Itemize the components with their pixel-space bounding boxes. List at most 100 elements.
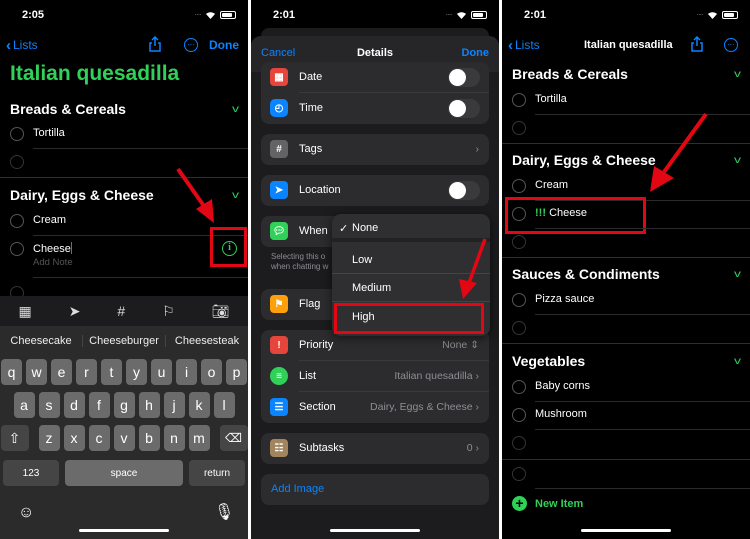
status-time: 2:01 (273, 9, 296, 21)
key-x[interactable]: x (63, 425, 85, 451)
checkbox-circle[interactable] (512, 436, 526, 450)
key-t[interactable]: t (101, 359, 122, 385)
suggestion[interactable]: Cheeseburger (83, 335, 166, 347)
key-h[interactable]: h (138, 392, 160, 418)
back-button[interactable]: ‹ Lists (6, 38, 38, 53)
backspace-key[interactable]: ⌫ (219, 425, 248, 451)
chevron-down-icon[interactable]: v (734, 155, 741, 166)
chevron-down-icon[interactable]: v (232, 104, 239, 115)
menu-item-low[interactable]: Low (332, 246, 490, 274)
item-text[interactable]: Tortilla (535, 93, 567, 105)
chevron-down-icon[interactable]: v (734, 269, 741, 280)
numbers-key[interactable]: 123 (3, 460, 59, 486)
item-text-input[interactable]: Cheese (33, 242, 72, 255)
subtasks-row[interactable]: ☷ Subtasks 0 › (261, 433, 489, 464)
location-toggle[interactable] (448, 181, 480, 200)
chevron-down-icon[interactable]: v (734, 69, 741, 80)
checkbox-circle[interactable] (512, 235, 526, 249)
checkbox-circle[interactable] (512, 380, 526, 394)
key-a[interactable]: a (13, 392, 35, 418)
date-toggle[interactable] (448, 68, 480, 87)
location-arrow-icon[interactable]: ➤ (69, 303, 81, 320)
key-b[interactable]: b (138, 425, 160, 451)
key-i[interactable]: i (176, 359, 197, 385)
item-text[interactable]: Baby corns (535, 380, 590, 392)
key-k[interactable]: k (188, 392, 210, 418)
checkbox-circle[interactable] (10, 155, 24, 169)
checkbox-circle[interactable] (10, 214, 24, 228)
done-button[interactable]: Done (209, 38, 239, 52)
key-d[interactable]: d (63, 392, 85, 418)
shift-key[interactable]: ⇧ (0, 425, 29, 451)
emoji-icon[interactable]: ☺ (18, 504, 34, 522)
add-image-button[interactable]: Add Image (271, 483, 324, 495)
signal-icon: ···· (445, 10, 453, 19)
list-row[interactable]: ≡ List Italian quesadilla › (261, 361, 489, 392)
menu-item-none[interactable]: ✓ None (332, 214, 490, 242)
add-note-field[interactable]: Add Note (33, 257, 73, 268)
more-options-icon[interactable]: ··· (184, 38, 198, 52)
tags-row[interactable]: # Tags › (261, 134, 489, 165)
item-text[interactable]: Tortilla (33, 127, 65, 139)
key-z[interactable]: z (38, 425, 60, 451)
key-y[interactable]: y (126, 359, 147, 385)
checkbox-circle[interactable] (512, 321, 526, 335)
key-g[interactable]: g (113, 392, 135, 418)
suggestion[interactable]: Cheesesteak (166, 335, 248, 347)
key-j[interactable]: j (163, 392, 185, 418)
key-w[interactable]: w (26, 359, 47, 385)
key-s[interactable]: s (38, 392, 60, 418)
checkbox-circle[interactable] (512, 467, 526, 481)
list-item-empty (502, 429, 750, 457)
chevron-down-icon[interactable]: v (232, 190, 239, 201)
location-arrow-icon: ➤ (270, 181, 288, 199)
checkbox-circle[interactable] (512, 293, 526, 307)
key-l[interactable]: l (213, 392, 235, 418)
share-icon[interactable] (690, 36, 704, 52)
chevron-left-icon: ‹ (508, 36, 513, 54)
suggestion[interactable]: Cheesecake (0, 335, 83, 347)
section-row[interactable]: ☰ Section Dairy, Eggs & Cheese › (261, 392, 489, 423)
key-o[interactable]: o (201, 359, 222, 385)
more-options-icon[interactable]: ··· (724, 38, 738, 52)
calendar-icon[interactable]: ▦ (18, 303, 31, 320)
priority-value[interactable]: None ⇕ (442, 339, 479, 351)
share-icon[interactable] (148, 36, 162, 52)
menu-item-medium[interactable]: Medium (332, 274, 490, 302)
chevron-down-icon[interactable]: v (734, 356, 741, 367)
checkbox-circle[interactable] (512, 179, 526, 193)
checkbox-circle[interactable] (10, 242, 24, 256)
item-text[interactable]: Cream (33, 214, 66, 226)
done-button[interactable]: Done (462, 47, 490, 59)
checkbox-circle[interactable] (512, 121, 526, 135)
microphone-icon[interactable]: 🎙︎ (214, 502, 234, 522)
return-key[interactable]: return (189, 460, 245, 486)
new-item-button[interactable]: + New Item (512, 496, 583, 511)
exclamation-icon: ! (270, 336, 288, 354)
key-m[interactable]: m (188, 425, 210, 451)
time-toggle[interactable] (448, 99, 480, 118)
key-e[interactable]: e (51, 359, 72, 385)
key-q[interactable]: q (1, 359, 22, 385)
row-label: Tags (299, 143, 323, 155)
item-text[interactable]: Cream (535, 179, 568, 191)
key-n[interactable]: n (163, 425, 185, 451)
key-u[interactable]: u (151, 359, 172, 385)
key-p[interactable]: p (226, 359, 247, 385)
checkbox-circle[interactable] (10, 127, 24, 141)
space-key[interactable]: space (65, 460, 183, 486)
item-text[interactable]: Mushroom (535, 408, 587, 420)
item-text[interactable]: Pizza sauce (535, 293, 594, 305)
camera-icon[interactable]: 📷︎ (212, 303, 230, 320)
tag-hash-icon[interactable]: # (117, 303, 125, 319)
key-c[interactable]: c (88, 425, 110, 451)
add-image-row[interactable]: Add Image (261, 474, 489, 505)
checkbox-circle[interactable] (512, 408, 526, 422)
key-r[interactable]: r (76, 359, 97, 385)
checkbox-circle[interactable] (512, 93, 526, 107)
back-button[interactable]: ‹ Lists (508, 38, 540, 53)
key-v[interactable]: v (113, 425, 135, 451)
flag-icon[interactable]: ⚐ (162, 303, 175, 320)
key-f[interactable]: f (88, 392, 110, 418)
screenshot-composite: 2:05 ···· ‹ Lists ··· Done Italian quesad… (0, 0, 750, 539)
